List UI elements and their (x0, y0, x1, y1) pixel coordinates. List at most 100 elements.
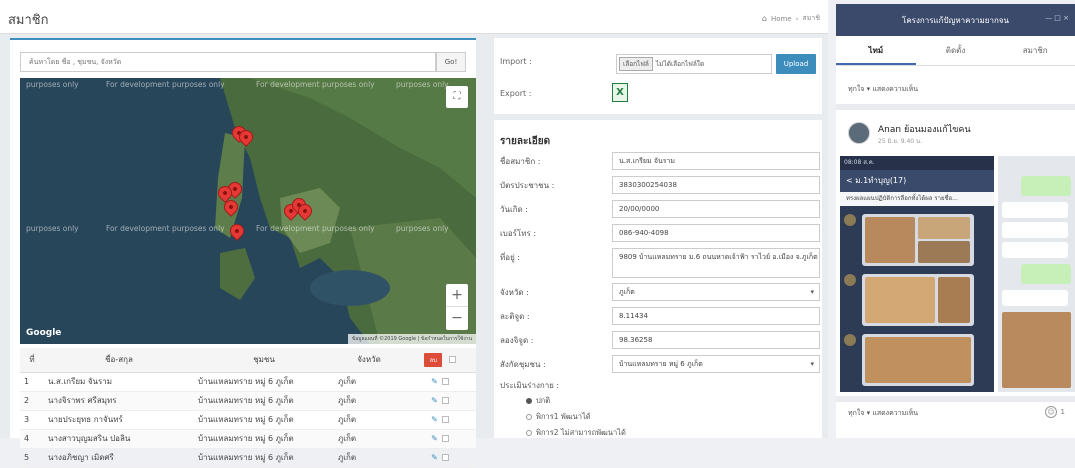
field-label: ละติจูด : (500, 312, 530, 321)
col-header-no: ที่ (20, 348, 44, 373)
tab-members[interactable]: สมาชิก (995, 36, 1075, 65)
field-label: บัตรประชาชน : (500, 181, 555, 190)
row-checkbox[interactable] (441, 378, 449, 385)
member-name-input[interactable]: น.ส.เกรียม จันราม (612, 152, 820, 170)
photo (918, 241, 970, 263)
radio-dot (526, 398, 532, 404)
google-logo: Google (26, 328, 62, 338)
post-image-chat-2[interactable] (998, 156, 1075, 392)
birthdate-input[interactable]: 20/00/0000 (612, 200, 820, 218)
excel-export-icon[interactable]: X (612, 83, 628, 102)
chat-photo-message (862, 334, 974, 386)
province-select[interactable]: ภูเก็ต ▾ (612, 283, 820, 301)
upload-button[interactable]: Upload (776, 54, 816, 74)
table-row[interactable]: 4 นางสาวบุญมสริน ปอลิน บ้านแหลมทราย หมู่… (20, 429, 476, 449)
longitude-input[interactable]: 98.36258 (612, 331, 820, 349)
chat-notice: ทรงผลแผนปฏิบัติการลือกทั้งได้ผล รายชื่อ.… (840, 192, 994, 206)
edit-icon[interactable]: ✎ (431, 377, 438, 386)
row-checkbox[interactable] (441, 397, 449, 404)
cell-actions: ✎ (404, 410, 476, 430)
member-detail-card: รายละเอียด ชื่อสมาชิก : น.ส.เกรียม จันรา… (494, 120, 822, 438)
cell-community: บ้านแหลมทราย หมู่ 6 ภูเก็ต (194, 429, 334, 449)
latitude-input[interactable]: 8.11434 (612, 307, 820, 325)
breadcrumb-home[interactable]: Home (771, 15, 792, 23)
window-controls[interactable]: — □ × (1045, 14, 1069, 22)
file-input[interactable]: เลือกไฟล์ ไม่ได้เลือกไฟล์ใด (616, 54, 772, 74)
chat-bubble (1002, 202, 1068, 218)
zoom-in-button[interactable]: + (446, 284, 468, 307)
address-textarea[interactable]: 9809 บ้านแหลมทราย ม.6 ถนนหาดเจ้าฟ้า ราไว… (612, 248, 820, 278)
dev-watermark: For development purposes only (256, 224, 375, 233)
id-card-input[interactable]: 3830300254038 (612, 176, 820, 194)
table-row[interactable]: 5 นางอภิชญา เมิดศรี บ้านแหลมทราย หมู่ 6 … (20, 448, 476, 468)
reaction-count: 1 (1060, 408, 1065, 416)
edit-icon[interactable]: ✎ (431, 415, 438, 424)
table-row[interactable]: 3 นายประยุทธ กาจันทร์ บ้านแหลมทราย หมู่ … (20, 410, 476, 430)
cell-no: 3 (20, 410, 44, 430)
field-label: เบอร์โทร : (500, 229, 537, 238)
cell-name: นางสาวบุญมสริน ปอลิน (44, 429, 194, 449)
col-header-province: จังหวัด (334, 348, 404, 373)
import-export-card: Import : เลือกไฟล์ ไม่ได้เลือกไฟล์ใด Uplo… (494, 38, 822, 114)
cell-name: นายประยุทธ กาจันทร์ (44, 410, 194, 430)
photo (865, 217, 915, 263)
community-select[interactable]: บ้านแหลมทราย หมู่ 6 ภูเก็ต ▾ (612, 355, 820, 373)
edit-icon[interactable]: ✎ (431, 453, 438, 462)
choose-file-button[interactable]: เลือกไฟล์ (619, 57, 653, 71)
social-panel: โครงการแก้ปัญหาความยากจน — □ × ไทม์ ติดต… (836, 4, 1075, 438)
members-table: ที่ ชื่อ-สกุล ชุมชน จังหวัด ลบ 1 น.ส.เกร… (20, 348, 476, 468)
dev-watermark: For development purposes only (106, 80, 225, 89)
select-all-checkbox[interactable] (448, 355, 456, 363)
member-map[interactable]: purposes only For development purposes o… (20, 78, 476, 344)
row-checkbox[interactable] (441, 416, 449, 423)
assessment-label: ประเมินร่างกาย : (500, 381, 560, 390)
search-input[interactable] (20, 52, 436, 72)
dev-watermark: purposes only (396, 80, 449, 89)
radio-label: ปกติ (536, 396, 551, 405)
radio-disabled-2[interactable]: พิการ2 ไม่สามารถพัฒนาได้ (526, 427, 626, 439)
chat-photo-message (862, 274, 974, 326)
file-status: ไม่ได้เลือกไฟล์ใด (655, 60, 705, 68)
cell-name: นางอภิชญา เมิดศรี (44, 448, 194, 468)
cell-province: ภูเก็ต (334, 429, 404, 449)
cell-actions: ✎ (404, 448, 476, 468)
zoom-out-button[interactable]: − (446, 307, 468, 330)
dev-watermark: purposes only (26, 224, 79, 233)
edit-icon[interactable]: ✎ (431, 434, 438, 443)
delete-button[interactable]: ลบ (424, 352, 442, 367)
post-author[interactable]: Anan ย้อนมองแก้ไขคน (878, 122, 971, 136)
fullscreen-icon[interactable]: ⛶ (446, 86, 468, 108)
phone-input[interactable]: 086-940-4098 (612, 224, 820, 242)
photo (1002, 312, 1071, 388)
avatar[interactable] (848, 122, 870, 144)
import-label: Import : (500, 57, 532, 66)
edit-icon[interactable]: ✎ (431, 396, 438, 405)
page-title: สมาชิก (8, 13, 49, 28)
cell-no: 1 (20, 372, 44, 392)
social-header: โครงการแก้ปัญหาความยากจน — □ × (836, 4, 1075, 36)
post-image-chat[interactable]: 08:08 ส.ค. < ม.1ทำบุญ(17) ทรงผลแผนปฏิบัต… (840, 156, 994, 392)
tab-timeline[interactable]: ไทม์ (836, 36, 916, 65)
comment-filter-top[interactable]: ทุกใจ ▾ แสดงความเห็น (848, 84, 918, 95)
divider (836, 396, 1075, 402)
row-checkbox[interactable] (441, 454, 449, 461)
cell-community: บ้านแหลมทราย หมู่ 6 ภูเก็ต (194, 372, 334, 392)
export-label: Export : (500, 89, 532, 98)
go-button[interactable]: Go! (436, 52, 466, 72)
radio-normal[interactable]: ปกติ (526, 395, 550, 407)
cell-no: 5 (20, 448, 44, 468)
radio-disabled-1[interactable]: พิการ1 พัฒนาได้ (526, 411, 591, 423)
smiley-icon[interactable]: ☺ (1045, 406, 1057, 418)
map-attribution[interactable]: ข้อมูลแผนที่ ©2019 Google | ข้อกำหนดในกา… (347, 334, 476, 344)
dev-watermark: purposes only (26, 80, 79, 89)
row-checkbox[interactable] (441, 435, 449, 442)
table-row[interactable]: 2 นางจิราพร ศรีสมุทร บ้านแหลมทราย หมู่ 6… (20, 391, 476, 411)
dev-watermark: purposes only (396, 224, 449, 233)
cell-actions: ✎ (404, 391, 476, 411)
chevron-down-icon: ▾ (810, 360, 814, 368)
table-row[interactable]: 1 น.ส.เกรียม จันราม บ้านแหลมทราย หมู่ 6 … (20, 372, 476, 392)
comment-filter-bottom[interactable]: ทุกใจ ▾ แสดงความเห็น (848, 408, 918, 419)
home-icon[interactable]: ⌂ (762, 14, 767, 23)
tab-install[interactable]: ติดตั้ง (916, 36, 996, 65)
phone-status-bar: 08:08 ส.ค. (840, 156, 994, 170)
